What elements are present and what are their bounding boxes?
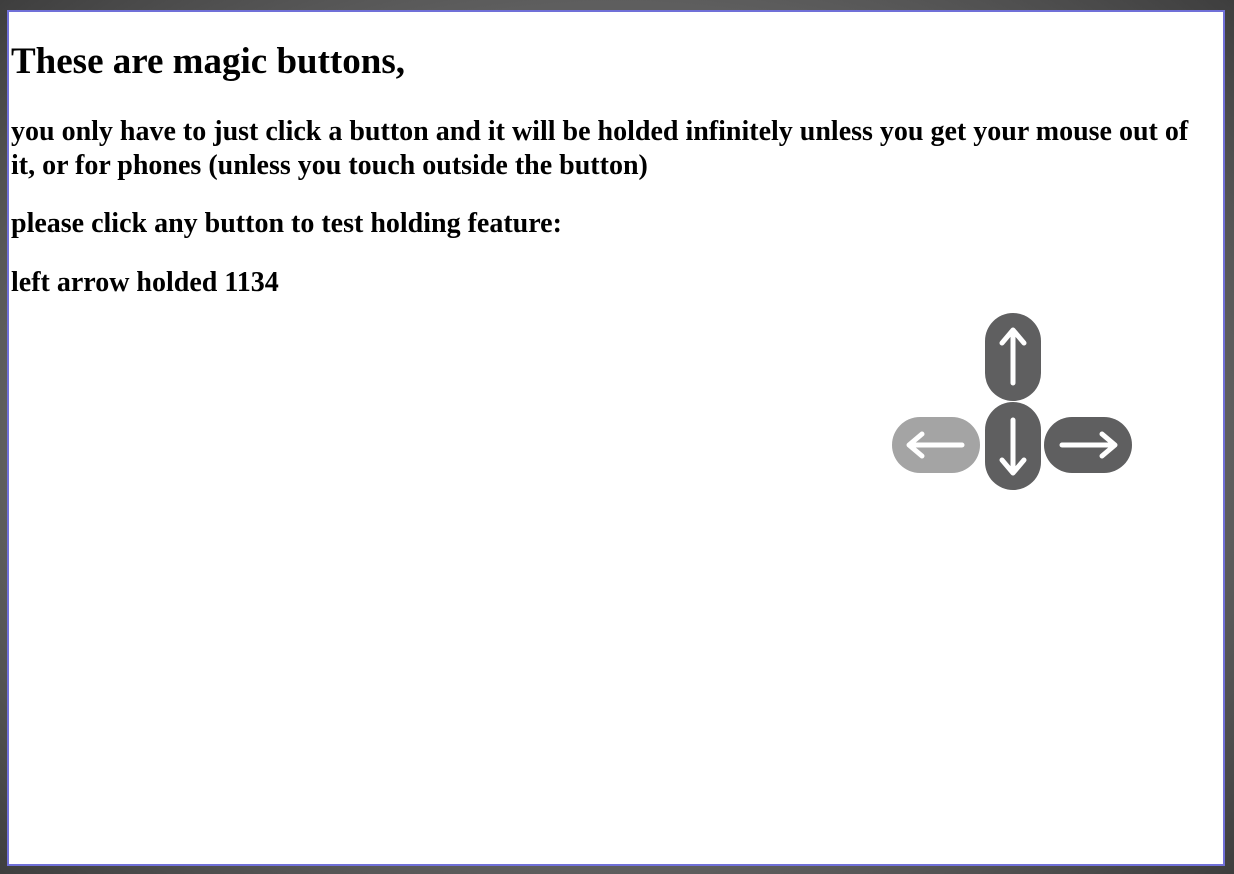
arrow-left-icon bbox=[906, 431, 965, 459]
down-arrow-button[interactable] bbox=[985, 402, 1041, 490]
hold-status: left arrow holded 1134 bbox=[11, 267, 279, 298]
page-content: These are magic buttons, you only have t… bbox=[7, 10, 1225, 866]
right-arrow-button[interactable] bbox=[1044, 417, 1132, 473]
test-prompt: please click any button to test holding … bbox=[11, 208, 562, 239]
left-arrow-button[interactable] bbox=[892, 417, 980, 473]
arrow-up-icon bbox=[999, 327, 1027, 386]
arrow-down-icon bbox=[999, 417, 1027, 476]
page-heading: These are magic buttons, bbox=[11, 41, 405, 82]
instructions-text: you only have to just click a button and… bbox=[11, 116, 1189, 181]
arrow-right-icon bbox=[1059, 431, 1118, 459]
up-arrow-button[interactable] bbox=[985, 313, 1041, 401]
